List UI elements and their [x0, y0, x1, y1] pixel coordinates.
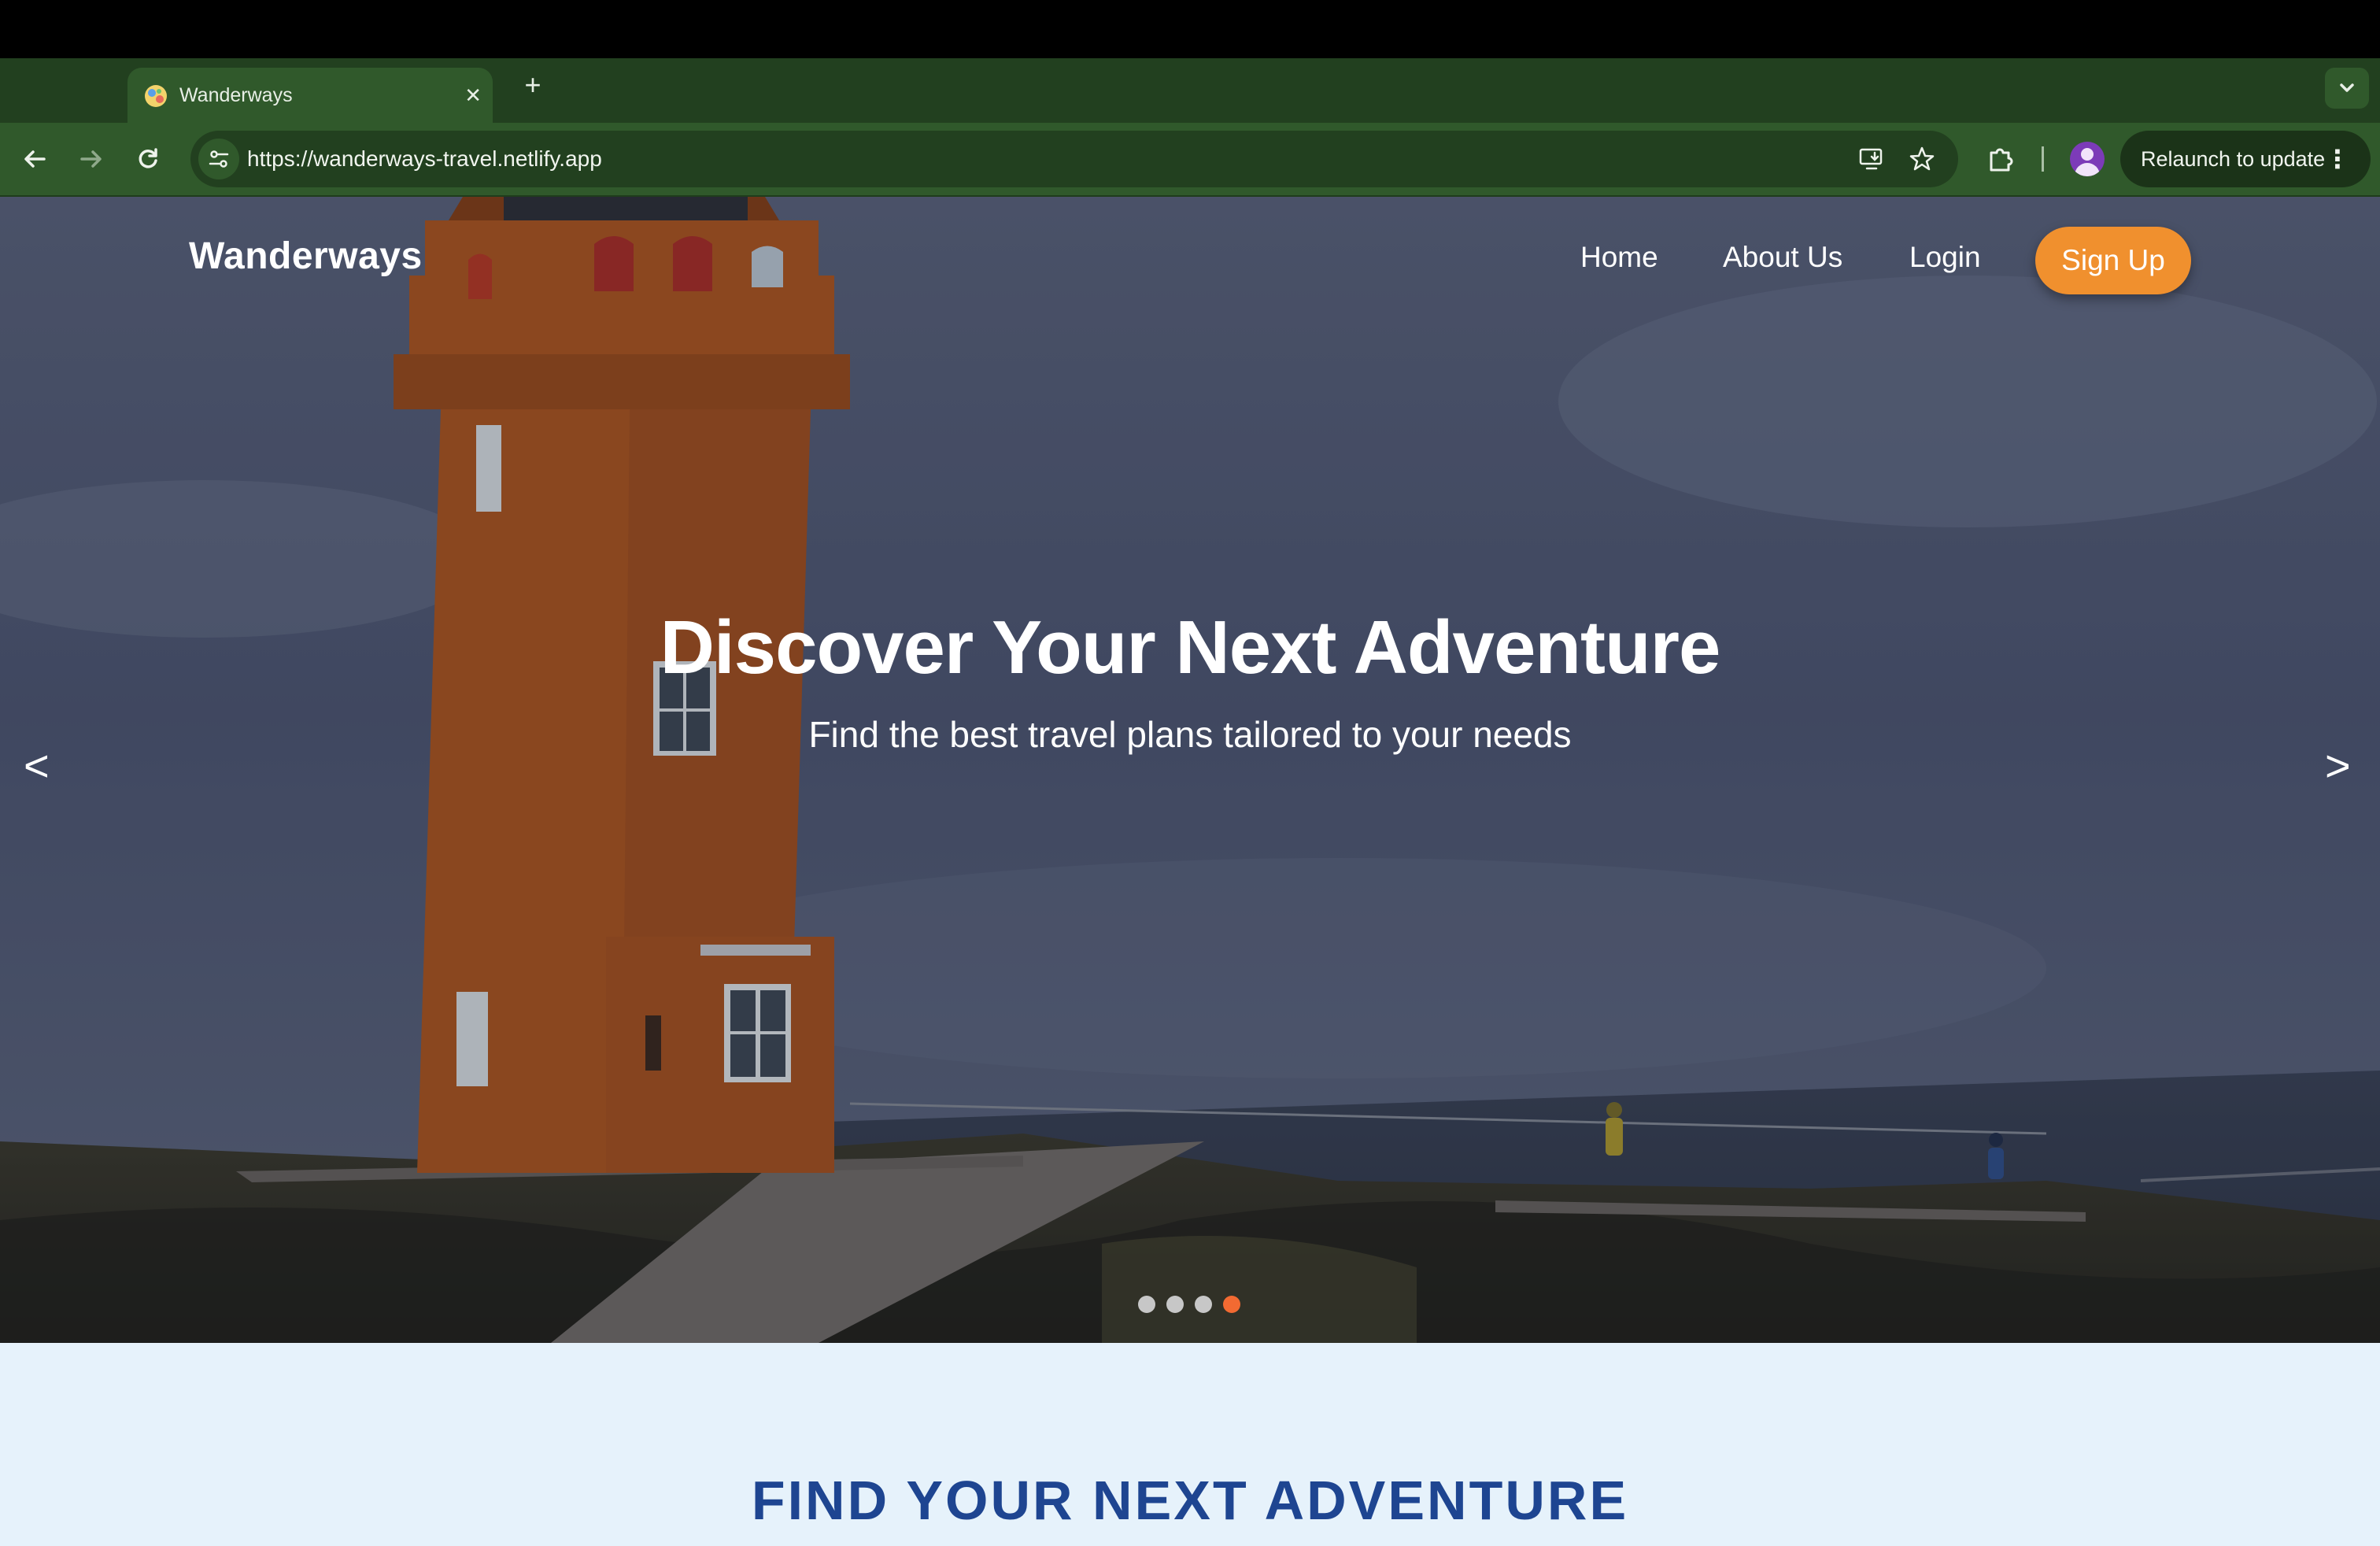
carousel-dot[interactable] [1223, 1296, 1240, 1313]
menu-dots-icon[interactable]: ⋮ [2325, 131, 2350, 187]
install-app-button[interactable] [1856, 143, 1887, 175]
back-arrow-icon [24, 150, 46, 168]
url-text[interactable]: https://wanderways-travel.netlify.app [247, 131, 602, 187]
hero-subtitle: Find the best travel plans tailored to y… [808, 714, 1572, 755]
nav-home-link[interactable]: Home [1580, 241, 1658, 274]
nav-login-link[interactable]: Login [1909, 241, 1981, 274]
avatar-body-icon [2075, 163, 2100, 176]
carousel-dot[interactable] [1138, 1296, 1155, 1313]
puzzle-icon [1990, 148, 2013, 172]
tab-search-button[interactable] [2325, 68, 2369, 109]
new-tab-button[interactable]: + [513, 66, 552, 105]
adventure-section: FIND YOUR NEXT ADVENTURE [0, 1343, 2380, 1546]
nav-about-link[interactable]: About Us [1723, 241, 1842, 274]
reload-button[interactable] [126, 137, 170, 181]
forward-arrow-icon [80, 150, 102, 168]
lighthouse-scene-image [0, 197, 2380, 1343]
back-button[interactable] [13, 137, 57, 181]
carousel-indicators [1138, 1296, 1240, 1313]
tab-title: Wanderways [179, 84, 293, 106]
chevron-down-icon [2340, 83, 2354, 92]
browser-toolbar: https://wanderways-travel.netlify.app Re… [0, 123, 2380, 197]
carousel-prev-button[interactable]: < [24, 740, 50, 791]
browser-tab-strip: Wanderways ✕ + [0, 58, 2380, 123]
hero-carousel: Wanderways Home About Us Login Sign Up D… [0, 197, 2380, 1343]
browser-tab[interactable]: Wanderways ✕ [128, 68, 493, 123]
bookmark-star-button[interactable] [1906, 143, 1938, 175]
carousel-next-button[interactable]: > [2325, 740, 2351, 791]
site-info-button[interactable] [198, 139, 239, 179]
carousel-dot[interactable] [1166, 1296, 1184, 1313]
reload-icon [139, 148, 157, 168]
star-icon [1909, 146, 1935, 171]
carousel-dot[interactable] [1195, 1296, 1212, 1313]
avatar-head-icon [2081, 148, 2094, 161]
globe-favicon-icon [145, 85, 167, 107]
install-app-icon [1859, 148, 1883, 170]
relaunch-button[interactable]: Relaunch to update ⋮ [2120, 131, 2371, 187]
tune-icon [209, 150, 229, 168]
relaunch-label: Relaunch to update [2141, 147, 2326, 171]
screen-top-bar [0, 0, 2380, 58]
toolbar-divider [2042, 146, 2044, 172]
signup-button[interactable]: Sign Up [2035, 227, 2191, 294]
hero-title: Discover Your Next Adventure [660, 605, 1721, 690]
tab-close-icon[interactable]: ✕ [464, 68, 482, 123]
profile-avatar[interactable] [2070, 142, 2105, 176]
forward-button[interactable] [69, 137, 113, 181]
site-logo[interactable]: Wanderways [189, 235, 423, 278]
section-title: FIND YOUR NEXT ADVENTURE [751, 1470, 1629, 1531]
extensions-button[interactable] [1982, 140, 2020, 178]
address-bar[interactable]: https://wanderways-travel.netlify.app [190, 131, 1958, 187]
